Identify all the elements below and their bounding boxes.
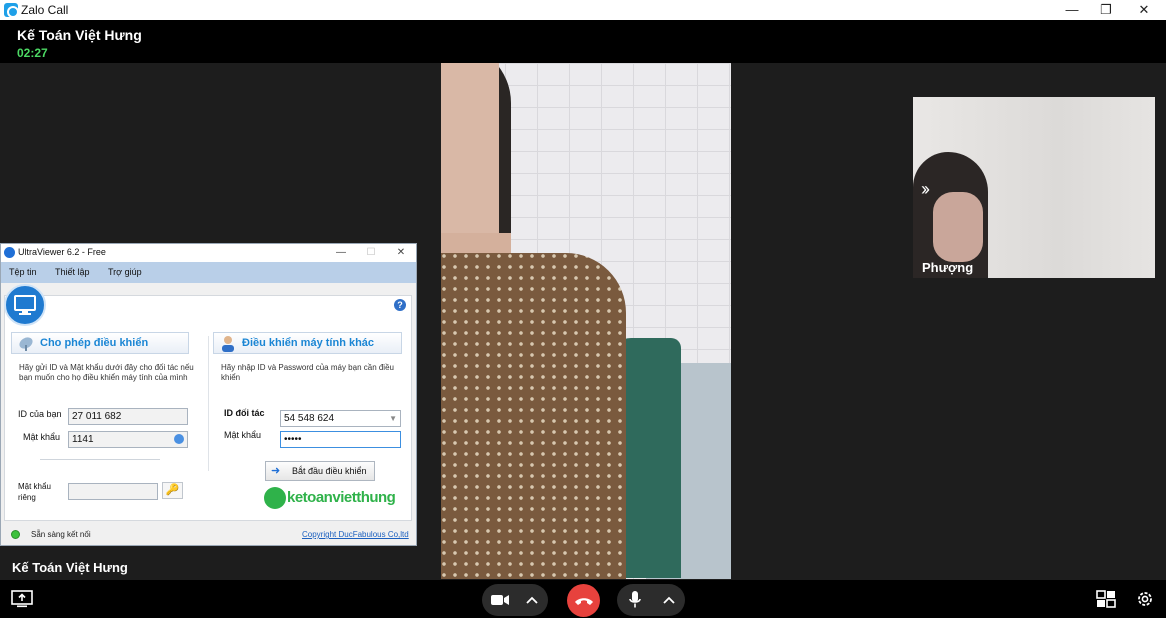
partner-password-field[interactable]: ••••• — [280, 431, 401, 448]
user-icon — [222, 336, 234, 352]
settings-gear-icon[interactable] — [1134, 588, 1156, 610]
app-title: Zalo Call — [21, 3, 69, 17]
ultraviewer-statusbar: Sẵn sàng kết nối Copyright DucFabulous C… — [1, 525, 416, 545]
camera-icon[interactable] — [484, 584, 516, 616]
restore-button[interactable]: ❐ — [1086, 0, 1126, 20]
call-controls-bar — [0, 580, 1166, 618]
window-titlebar: Zalo Call — ❐ ✕ — [0, 0, 1166, 20]
zalo-logo-icon — [4, 3, 19, 18]
ultraviewer-window: UltraViewer 6.2 - Free — ☐ ✕ Tệp tin Thi… — [0, 243, 417, 546]
key-icon[interactable]: 🔑 — [162, 482, 183, 499]
your-id-field[interactable]: 27 011 682 — [68, 408, 188, 425]
help-icon[interactable]: ? — [394, 299, 406, 311]
ultraviewer-logo-icon — [4, 247, 15, 258]
call-header: Kế Toán Việt Hưng 02:27 — [0, 20, 1166, 63]
status-indicator-icon — [11, 530, 20, 539]
copyright-link[interactable]: Copyright DucFabulous Co,ltd — [302, 530, 409, 539]
brand-mark-icon — [264, 487, 286, 509]
partner-password-label: Mật khẩu — [224, 430, 262, 440]
expand-chevron-icon[interactable]: ›› — [921, 179, 930, 200]
phone-hangup-icon — [574, 597, 593, 605]
thumbnail-face — [933, 192, 983, 262]
arrow-right-icon: ➜ — [271, 465, 281, 477]
call-timer: 02:27 — [17, 46, 48, 60]
close-button[interactable]: ✕ — [1124, 0, 1164, 20]
start-control-label: Bắt đầu điều khiển — [292, 466, 367, 476]
ultraviewer-close-button[interactable]: ✕ — [386, 245, 416, 261]
private-password-label: Mật khẩu riêng — [18, 482, 51, 502]
control-other-description: Hãy nhập ID và Password của máy bạn cần … — [221, 363, 394, 382]
microphone-control-group — [617, 584, 685, 616]
ultraviewer-main-panel: Cho phép điều khiển Hãy gửi ID và Mật kh… — [4, 295, 412, 521]
allow-control-header: Cho phép điều khiển — [11, 332, 189, 354]
camera-control-group — [482, 584, 548, 616]
control-other-header: Điều khiển máy tính khác — [213, 332, 402, 354]
section-separator — [40, 459, 160, 460]
partner-id-label: ID đối tác — [224, 408, 265, 418]
allow-control-description: Hãy gửi ID và Mật khẩu dưới đây cho đối … — [19, 363, 194, 382]
password-field[interactable]: 1141 — [68, 431, 188, 448]
remote-video — [441, 63, 731, 579]
microphone-icon[interactable] — [619, 584, 651, 616]
brand-name: ketoanvietthung — [287, 489, 396, 506]
thumbnail-name: Phượng — [922, 260, 974, 275]
screen-share-icon[interactable] — [11, 588, 33, 610]
chevron-up-icon[interactable] — [516, 584, 548, 616]
allow-control-title: Cho phép điều khiển — [40, 337, 149, 349]
password-value: 1141 — [72, 434, 94, 445]
ultraviewer-minimize-button[interactable]: — — [326, 245, 356, 261]
ultraviewer-maximize-button[interactable]: ☐ — [356, 245, 386, 261]
contact-name: Kế Toán Việt Hưng — [17, 27, 142, 43]
monitor-icon — [4, 284, 46, 326]
partner-id-value: 54 548 624 — [284, 413, 335, 424]
caller-label: Kế Toán Việt Hưng — [12, 560, 128, 575]
start-control-button[interactable]: ➜ Bắt đầu điều khiển — [265, 461, 375, 481]
ultraviewer-menubar: Tệp tin Thiết lập Trợ giúp — [1, 262, 416, 283]
password-label: Mật khẩu — [23, 432, 61, 442]
layout-grid-icon[interactable] — [1095, 588, 1117, 610]
control-other-title: Điều khiển máy tính khác — [242, 337, 375, 349]
refresh-password-icon[interactable] — [174, 434, 184, 444]
ultraviewer-titlebar: UltraViewer 6.2 - Free — ☐ ✕ — [1, 244, 416, 262]
private-password-field[interactable] — [68, 483, 158, 500]
menu-file[interactable]: Tệp tin — [9, 267, 37, 277]
menu-help[interactable]: Trợ giúp — [108, 267, 142, 277]
menu-settings[interactable]: Thiết lập — [55, 267, 90, 277]
video-dress — [441, 253, 626, 579]
satellite-dish-icon — [19, 337, 33, 351]
self-video-thumbnail[interactable]: ›› Phượng — [913, 97, 1155, 278]
mic-chevron-up-icon[interactable] — [653, 584, 685, 616]
your-id-label: ID của bạn — [18, 409, 62, 419]
connection-status: Sẵn sàng kết nối — [31, 530, 91, 539]
partner-id-field[interactable]: 54 548 624 ▼ — [280, 410, 401, 427]
vertical-divider — [208, 336, 209, 471]
ultraviewer-title: UltraViewer 6.2 - Free — [18, 247, 106, 257]
dropdown-arrow-icon[interactable]: ▼ — [389, 411, 397, 426]
end-call-button[interactable] — [567, 584, 600, 617]
